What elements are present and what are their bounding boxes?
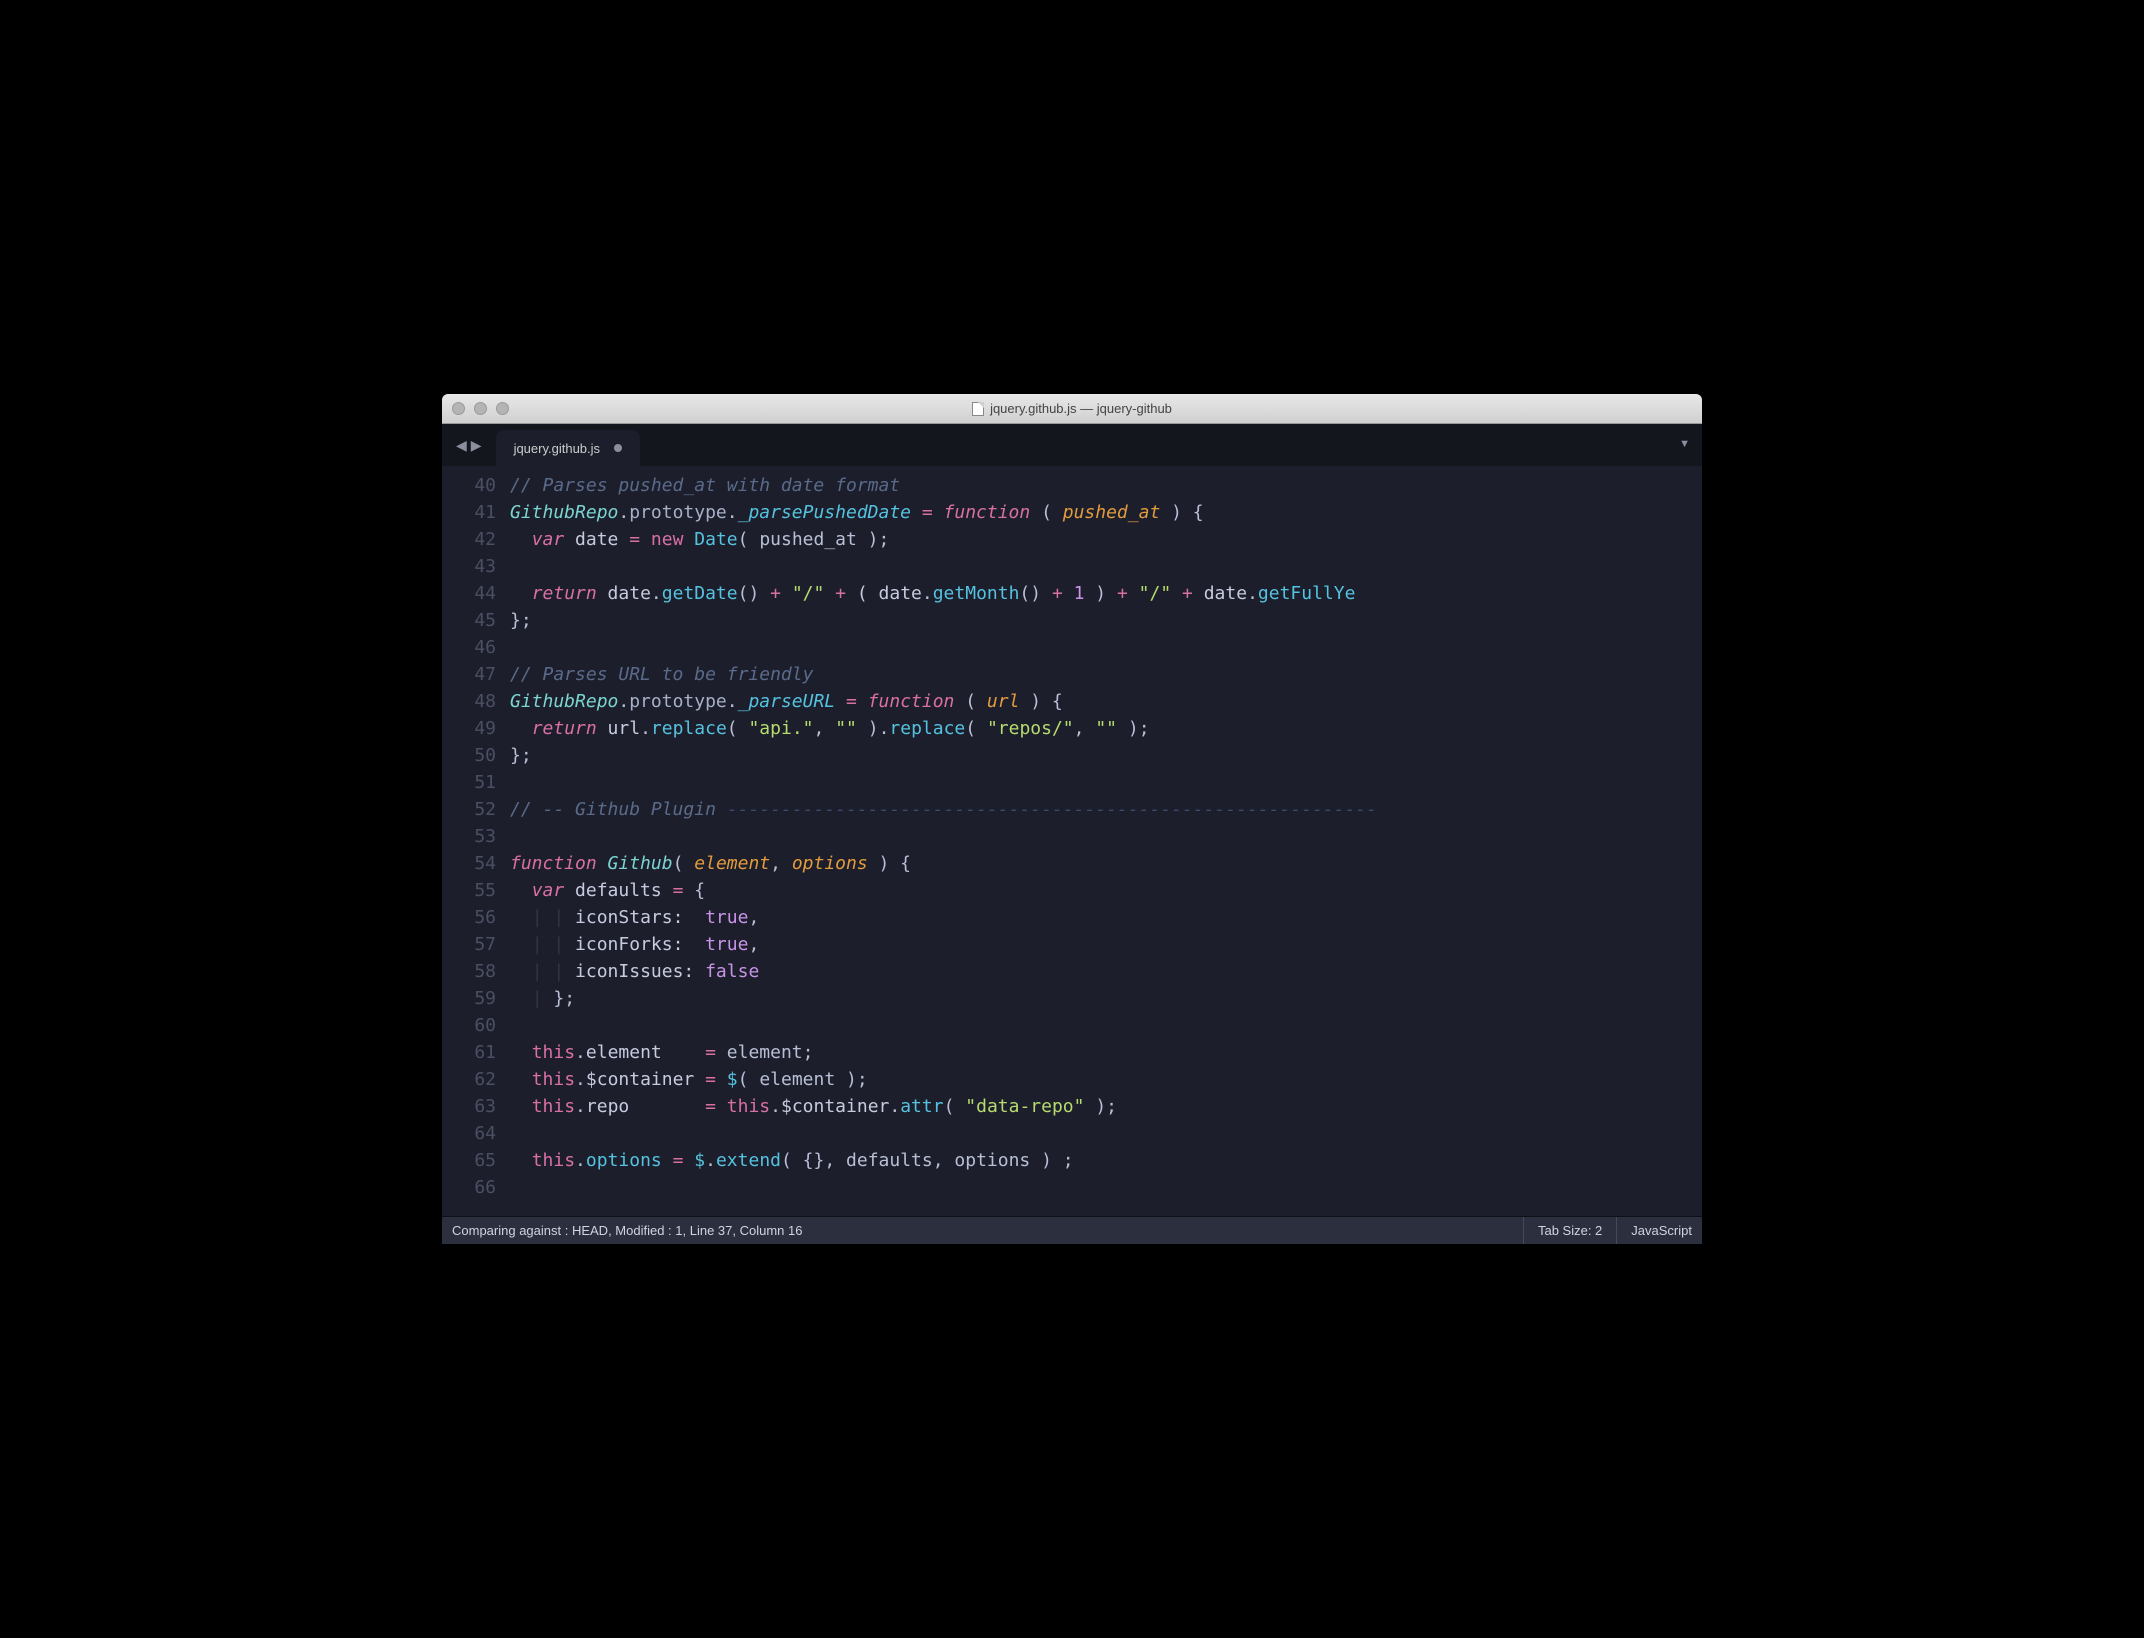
- code-line[interactable]: [510, 823, 1702, 850]
- line-number: 65: [442, 1147, 496, 1174]
- code-line[interactable]: [510, 769, 1702, 796]
- line-number: 50: [442, 742, 496, 769]
- line-number: 63: [442, 1093, 496, 1120]
- line-number: 52: [442, 796, 496, 823]
- line-number: 57: [442, 931, 496, 958]
- zoom-icon[interactable]: [496, 402, 509, 415]
- line-number: 42: [442, 526, 496, 553]
- line-number: 46: [442, 634, 496, 661]
- code-line[interactable]: return date.getDate() + "/" + ( date.get…: [510, 580, 1702, 607]
- line-number: 54: [442, 850, 496, 877]
- window-title-text: jquery.github.js — jquery-github: [990, 401, 1172, 416]
- editor-window: jquery.github.js — jquery-github ◀ ▶ jqu…: [442, 394, 1702, 1244]
- line-number: 49: [442, 715, 496, 742]
- code-line[interactable]: | | iconStars: true,: [510, 904, 1702, 931]
- code-line[interactable]: [510, 1120, 1702, 1147]
- nav-forward-icon[interactable]: ▶: [471, 437, 482, 454]
- traffic-lights: [452, 402, 509, 415]
- code-line[interactable]: // -- Github Plugin --------------------…: [510, 796, 1702, 823]
- code-line[interactable]: };: [510, 607, 1702, 634]
- line-number: 53: [442, 823, 496, 850]
- line-number: 55: [442, 877, 496, 904]
- code-line[interactable]: | };: [510, 985, 1702, 1012]
- tab-active[interactable]: jquery.github.js: [496, 430, 640, 466]
- line-number: 48: [442, 688, 496, 715]
- line-number: 40: [442, 472, 496, 499]
- tab-label: jquery.github.js: [514, 441, 600, 456]
- document-icon: [972, 402, 984, 416]
- code-line[interactable]: // Parses pushed_at with date format: [510, 472, 1702, 499]
- line-number: 64: [442, 1120, 496, 1147]
- status-divider: [1616, 1217, 1617, 1244]
- line-number: 47: [442, 661, 496, 688]
- line-number-gutter: 4041424344454647484950515253545556575859…: [442, 472, 510, 1216]
- code-content[interactable]: // Parses pushed_at with date formatGith…: [510, 472, 1702, 1216]
- titlebar[interactable]: jquery.github.js — jquery-github: [442, 394, 1702, 424]
- code-line[interactable]: var defaults = {: [510, 877, 1702, 904]
- code-line[interactable]: | | iconIssues: false: [510, 958, 1702, 985]
- status-info[interactable]: Comparing against : HEAD, Modified : 1, …: [452, 1223, 1509, 1238]
- code-line[interactable]: var date = new Date( pushed_at );: [510, 526, 1702, 553]
- window-title: jquery.github.js — jquery-github: [442, 401, 1702, 416]
- line-number: 51: [442, 769, 496, 796]
- line-number: 43: [442, 553, 496, 580]
- status-bar: Comparing against : HEAD, Modified : 1, …: [442, 1216, 1702, 1244]
- line-number: 44: [442, 580, 496, 607]
- code-line[interactable]: this.$container = $( element );: [510, 1066, 1702, 1093]
- code-line[interactable]: [510, 553, 1702, 580]
- line-number: 56: [442, 904, 496, 931]
- code-line[interactable]: [510, 634, 1702, 661]
- editor-area[interactable]: 4041424344454647484950515253545556575859…: [442, 466, 1702, 1216]
- nav-arrows: ◀ ▶: [456, 437, 482, 454]
- minimize-icon[interactable]: [474, 402, 487, 415]
- code-line[interactable]: GithubRepo.prototype._parsePushedDate = …: [510, 499, 1702, 526]
- status-divider: [1523, 1217, 1524, 1244]
- code-line[interactable]: this.options = $.extend( {}, defaults, o…: [510, 1147, 1702, 1174]
- line-number: 59: [442, 985, 496, 1012]
- code-line[interactable]: this.element = element;: [510, 1039, 1702, 1066]
- line-number: 60: [442, 1012, 496, 1039]
- nav-back-icon[interactable]: ◀: [456, 437, 467, 454]
- code-line[interactable]: | | iconForks: true,: [510, 931, 1702, 958]
- line-number: 66: [442, 1174, 496, 1201]
- dirty-indicator-icon: [614, 444, 622, 452]
- code-line[interactable]: function Github( element, options ) {: [510, 850, 1702, 877]
- tab-dropdown-icon[interactable]: ▼: [1679, 438, 1690, 450]
- code-line[interactable]: GithubRepo.prototype._parseURL = functio…: [510, 688, 1702, 715]
- code-line[interactable]: return url.replace( "api.", "" ).replace…: [510, 715, 1702, 742]
- close-icon[interactable]: [452, 402, 465, 415]
- code-line[interactable]: };: [510, 742, 1702, 769]
- line-number: 61: [442, 1039, 496, 1066]
- line-number: 62: [442, 1066, 496, 1093]
- line-number: 45: [442, 607, 496, 634]
- code-line[interactable]: [510, 1012, 1702, 1039]
- status-syntax[interactable]: JavaScript: [1631, 1223, 1692, 1238]
- status-tab-size[interactable]: Tab Size: 2: [1538, 1223, 1602, 1238]
- tab-bar[interactable]: ◀ ▶ jquery.github.js ▼: [442, 424, 1702, 466]
- code-line[interactable]: [510, 1174, 1702, 1201]
- code-line[interactable]: // Parses URL to be friendly: [510, 661, 1702, 688]
- line-number: 58: [442, 958, 496, 985]
- code-line[interactable]: this.repo = this.$container.attr( "data-…: [510, 1093, 1702, 1120]
- line-number: 41: [442, 499, 496, 526]
